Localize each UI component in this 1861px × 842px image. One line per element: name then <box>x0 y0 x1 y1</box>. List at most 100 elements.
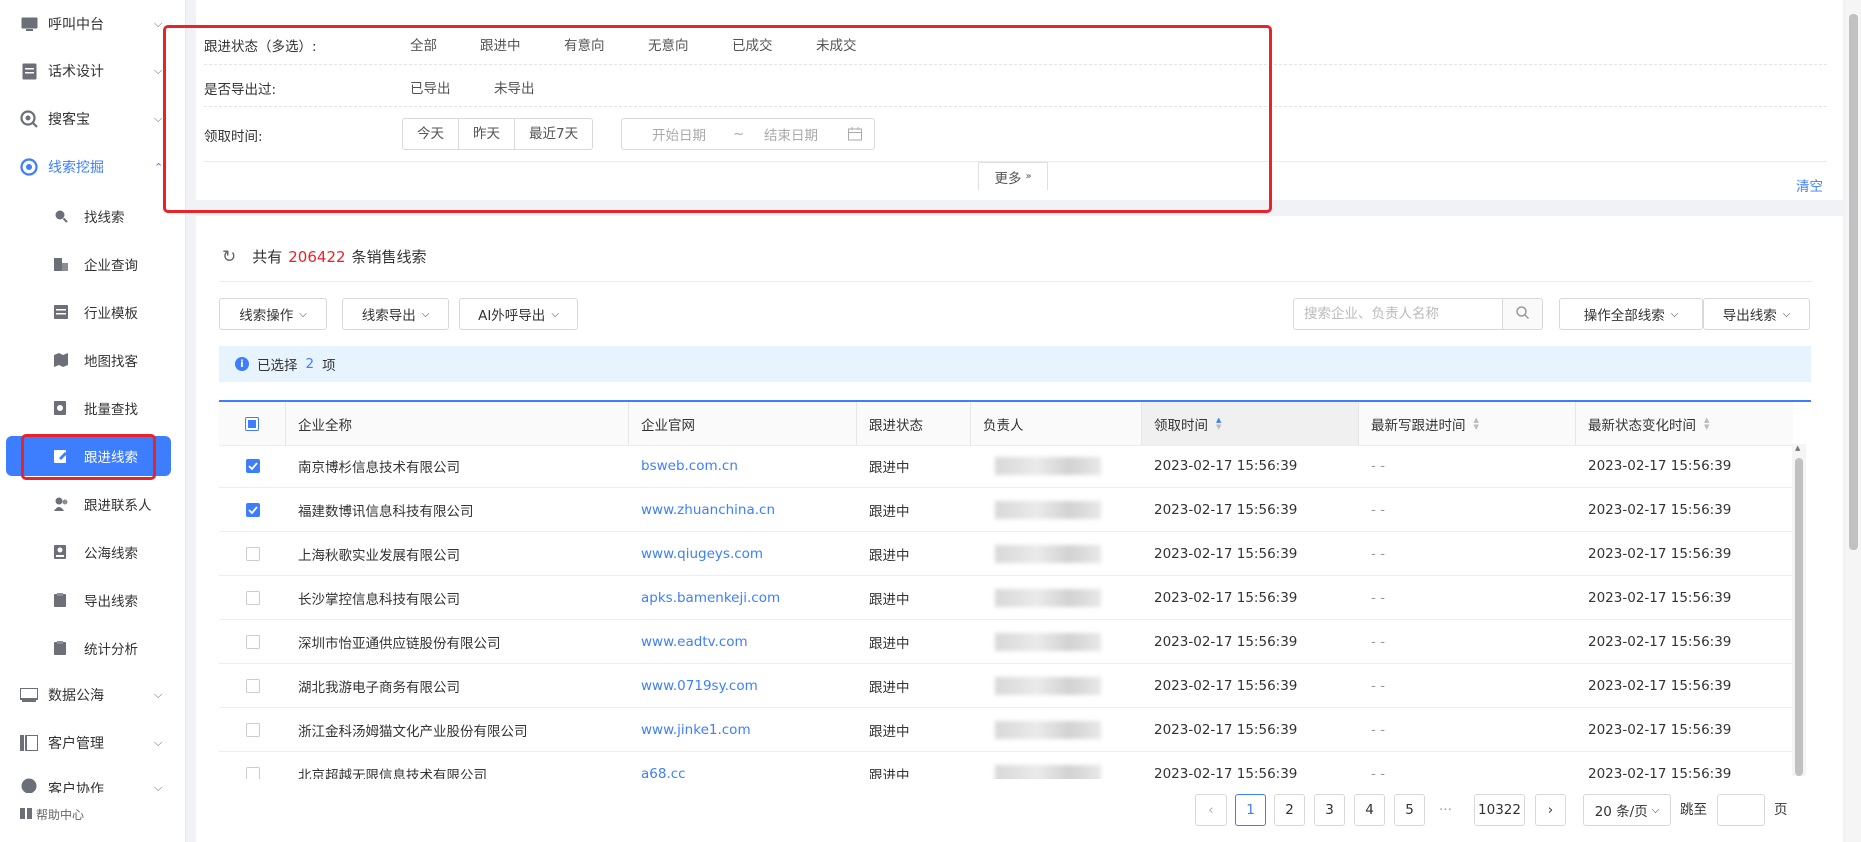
nav-customer-management[interactable]: 客户管理 ⌵ <box>0 723 186 763</box>
table-row[interactable]: 北京超越无限信息技术有限公司 a68.cc 跟进中 2023-02-17 15:56:… <box>219 752 1793 779</box>
prev-page-button[interactable]: ‹ <box>1195 794 1227 826</box>
table-scrollbar[interactable]: ▲ <box>1792 444 1806 776</box>
page-2[interactable]: 2 <box>1274 794 1305 826</box>
document-icon <box>20 62 38 80</box>
exported-option-yes[interactable]: 已导出 <box>410 77 451 97</box>
last-follow-time: - - <box>1371 721 1386 738</box>
nav-script-design[interactable]: 话术设计 ⌵ <box>0 51 186 91</box>
nav-public-leads[interactable]: 公海线索 <box>0 532 186 572</box>
page-scrollbar[interactable] <box>1846 0 1861 842</box>
company-website-link[interactable]: www.zhuanchina.cn <box>629 488 857 531</box>
jump-page-input[interactable] <box>1717 794 1765 826</box>
end-date-input[interactable]: 结束日期 <box>764 124 818 144</box>
redacted-block <box>995 544 1101 563</box>
lead-actions-dropdown[interactable]: 线索操作 ⌵ <box>219 298 327 330</box>
row-checkbox[interactable] <box>245 502 260 517</box>
page-scroll-thumb[interactable] <box>1849 14 1858 550</box>
nav-find-leads[interactable]: 找线索 <box>0 196 186 236</box>
table-row[interactable]: 南京博杉信息技术有限公司 bsweb.com.cn 跟进中 2023-02-17 15… <box>219 444 1793 488</box>
last-follow-time: - - <box>1371 677 1386 694</box>
refresh-icon[interactable]: ↻ <box>222 247 236 267</box>
nav-call-center[interactable]: 呼叫中台 ⌵ <box>0 4 186 44</box>
time-option-last7days[interactable]: 最近7天 <box>515 119 592 149</box>
monitor-icon <box>20 15 38 33</box>
last-follow-time: - - <box>1371 589 1386 606</box>
nav-company-query[interactable]: 企业查询 <box>0 244 186 284</box>
company-website-link[interactable]: apks.bamenkeji.com <box>629 576 857 619</box>
nav-industry-template[interactable]: 行业模板 <box>0 292 186 332</box>
row-checkbox[interactable] <box>245 634 260 649</box>
nav-map-search[interactable]: 地图找客 <box>0 340 186 380</box>
time-option-yesterday[interactable]: 昨天 <box>459 119 515 149</box>
company-website-link[interactable]: a68.cc <box>629 752 857 780</box>
page-size-select[interactable]: 20 条/页 ⌵ <box>1583 794 1671 826</box>
table-row[interactable]: 上海秋歌实业发展有限公司 www.qiugeys.com 跟进中 2023-02-17… <box>219 532 1793 576</box>
status-option-not-interested[interactable]: 无意向 <box>648 34 689 54</box>
chevron-down-icon: ⌵ <box>1651 804 1660 816</box>
nav-lead-mining[interactable]: 线索挖掘 ⌃ <box>0 147 186 187</box>
table-row[interactable]: 浙江金科汤姆猫文化产业股份有限公司 www.jinke1.com 跟进中 2023-0… <box>219 708 1793 752</box>
page-4[interactable]: 4 <box>1354 794 1385 826</box>
page-5[interactable]: 5 <box>1394 794 1425 826</box>
table-row[interactable]: 长沙掌控信息科技有限公司 apks.bamenkeji.com 跟进中 2023-02… <box>219 576 1793 620</box>
row-checkbox[interactable] <box>245 722 260 737</box>
nav-data-pool[interactable]: 数据公海 ⌵ <box>0 675 186 715</box>
company-website-link[interactable]: bsweb.com.cn <box>629 444 857 487</box>
search-input[interactable] <box>1293 298 1503 330</box>
nav-follow-leads[interactable]: 跟进线索 <box>6 436 171 476</box>
ai-call-export-dropdown[interactable]: AI外呼导出 ⌵ <box>459 298 578 330</box>
page-last[interactable]: 10322 <box>1474 794 1525 826</box>
company-website-link[interactable]: www.eadtv.com <box>629 620 857 663</box>
nav-export-leads[interactable]: 导出线索 <box>0 580 186 620</box>
time-option-today[interactable]: 今天 <box>403 119 459 149</box>
table-scroll-thumb[interactable] <box>1795 458 1803 776</box>
status-option-following[interactable]: 跟进中 <box>480 34 521 54</box>
status-option-closed[interactable]: 已成交 <box>732 34 773 54</box>
company-name: 湖北我游电子商务有限公司 <box>298 679 460 696</box>
follow-status: 跟进中 <box>869 679 910 696</box>
col-last-follow-time-sortable[interactable]: 最新写跟进时间 ▲ ▼ <box>1359 402 1576 445</box>
chevron-down-icon: ⌵ <box>299 308 307 320</box>
nav-soukebao[interactable]: 搜客宝 ⌵ <box>0 99 186 139</box>
start-date-input[interactable]: 开始日期 <box>652 124 706 144</box>
row-checkbox[interactable] <box>245 590 260 605</box>
help-center-link[interactable]: 帮助中心 <box>20 806 84 823</box>
nav-follow-contacts[interactable]: 跟进联系人 <box>0 484 186 524</box>
export-leads-dropdown[interactable]: 导出线索 ⌵ <box>1703 298 1810 330</box>
table-row[interactable]: 福建数博讯信息科技有限公司 www.zhuanchina.cn 跟进中 2023-02… <box>219 488 1793 532</box>
row-checkbox[interactable] <box>245 458 260 473</box>
table-row[interactable]: 深圳市怡亚通供应链股份有限公司 www.eadtv.com 跟进中 2023-02-1… <box>219 620 1793 664</box>
company-website-link[interactable]: www.0719sy.com <box>629 664 857 707</box>
search-icon <box>1516 305 1530 323</box>
more-filters-button[interactable]: 更多 » <box>978 162 1048 190</box>
row-checkbox[interactable] <box>245 678 260 693</box>
clear-filters-link[interactable]: 清空 <box>1796 175 1823 195</box>
nav-statistics[interactable]: 统计分析 <box>0 628 186 668</box>
operate-all-leads-dropdown[interactable]: 操作全部线索 ⌵ <box>1559 298 1703 330</box>
redacted-block <box>995 676 1101 695</box>
page-3[interactable]: 3 <box>1314 794 1345 826</box>
table-row[interactable]: 湖北我游电子商务有限公司 www.0719sy.com 跟进中 2023-02-17 … <box>219 664 1793 708</box>
lead-export-dropdown[interactable]: 线索导出 ⌵ <box>342 298 449 330</box>
nav-customer-collab[interactable]: 客户协作 ⌵ <box>0 771 186 793</box>
exported-option-no[interactable]: 未导出 <box>494 77 535 97</box>
select-all-checkbox[interactable] <box>245 416 259 431</box>
search-button[interactable] <box>1503 298 1543 330</box>
nav-batch-search[interactable]: 批量查找 <box>0 388 186 428</box>
status-option-not-closed[interactable]: 未成交 <box>816 34 857 54</box>
chevron-down-icon: ⌵ <box>154 736 163 749</box>
claim-time: 2023-02-17 15:56:39 <box>1154 589 1298 606</box>
row-select-cell <box>219 532 286 575</box>
col-status-change-time-sortable[interactable]: 最新状态变化时间 ▲ ▼ <box>1576 402 1793 445</box>
date-range-picker[interactable]: 开始日期 ~ 结束日期 <box>621 118 875 150</box>
row-checkbox[interactable] <box>245 546 260 561</box>
company-website-link[interactable]: www.jinke1.com <box>629 708 857 751</box>
status-option-all[interactable]: 全部 <box>410 34 437 54</box>
next-page-button[interactable]: › <box>1535 794 1566 826</box>
status-option-interested[interactable]: 有意向 <box>564 34 605 54</box>
row-checkbox[interactable] <box>245 766 260 779</box>
company-website-link[interactable]: www.qiugeys.com <box>629 532 857 575</box>
col-claim-time-sortable[interactable]: 领取时间 ▲ ▼ <box>1142 402 1359 445</box>
page-ellipsis[interactable]: ··· <box>1439 794 1452 826</box>
page-1[interactable]: 1 <box>1235 794 1266 826</box>
